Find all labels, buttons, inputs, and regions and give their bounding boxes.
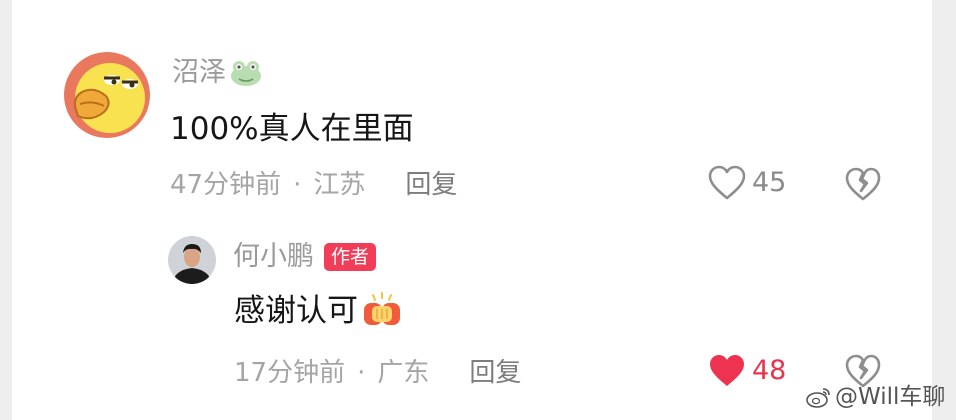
reply-avatar[interactable]	[168, 236, 216, 284]
reply-text-row: 感谢认可	[234, 292, 404, 330]
reply-meta: 17分钟前 · 广东 回复	[234, 357, 521, 389]
broken-heart-icon	[845, 167, 881, 201]
reply-text: 感谢认可	[234, 293, 358, 329]
author-photo-avatar-icon	[168, 236, 216, 284]
watermark: @Will车聊	[806, 383, 945, 411]
yellow-duck-avatar-icon	[64, 52, 150, 138]
comment-reply-button[interactable]: 回复	[405, 169, 457, 201]
meta-separator: ·	[293, 170, 302, 200]
heart-outline-icon	[708, 165, 746, 201]
reply-location: 广东	[377, 358, 430, 388]
comment-like-button[interactable]: 45	[708, 165, 786, 201]
comment-username[interactable]: 沼泽	[172, 57, 226, 89]
fist-bump-emoji-icon	[360, 292, 404, 330]
reply-like-button[interactable]: 48	[708, 353, 786, 389]
meta-separator: ·	[357, 358, 366, 388]
comment-dislike-button[interactable]	[845, 166, 881, 202]
author-badge: 作者	[324, 243, 377, 271]
weibo-logo-icon	[806, 386, 832, 408]
heart-filled-icon	[708, 353, 746, 389]
comment-time: 47分钟前	[170, 170, 282, 200]
comment-meta: 47分钟前 · 江苏 回复	[170, 169, 457, 201]
comment-like-count: 45	[752, 167, 787, 198]
comment-text: 100%真人在里面	[170, 111, 414, 147]
frog-face-emoji-icon	[229, 58, 263, 88]
reply-header: 何小鹏 作者	[233, 241, 377, 273]
reply-like-count: 48	[752, 355, 787, 386]
comment-section: 沼泽 100%真人在里面 47分钟前 · 江苏 回复 45 何小鹏 作者 感谢认…	[12, 0, 932, 420]
comment-location: 江苏	[313, 170, 366, 200]
reply-reply-button[interactable]: 回复	[469, 357, 521, 389]
watermark-text: @Will车聊	[835, 384, 946, 410]
reply-time: 17分钟前	[234, 358, 346, 388]
comment-header: 沼泽	[172, 57, 263, 89]
comment-avatar[interactable]	[64, 52, 150, 138]
reply-username[interactable]: 何小鹏	[233, 241, 314, 273]
